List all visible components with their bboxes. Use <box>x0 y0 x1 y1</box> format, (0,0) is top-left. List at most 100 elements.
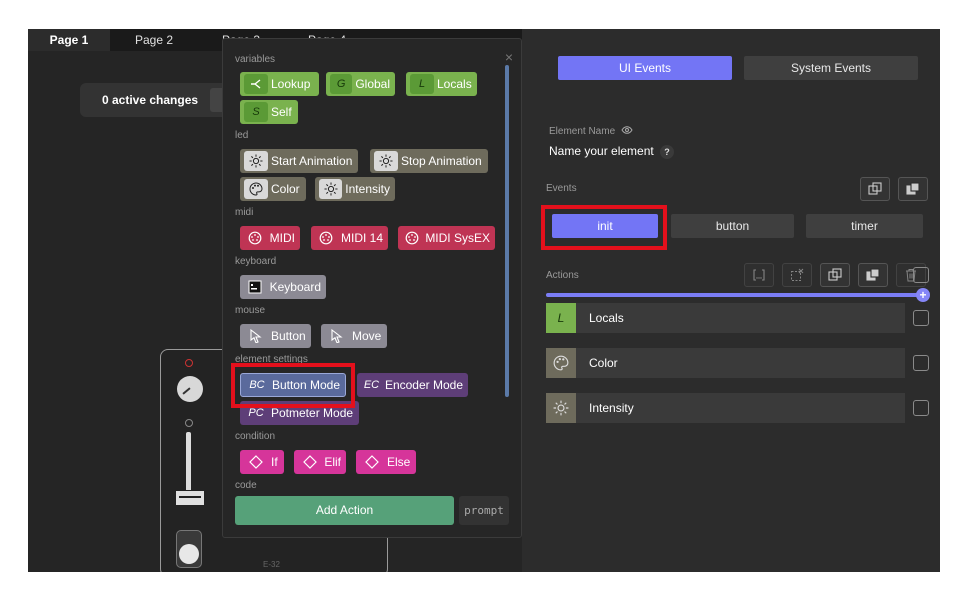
diamond-icon <box>244 452 268 472</box>
locals-icon: L <box>410 74 434 94</box>
eye-icon[interactable] <box>621 126 633 137</box>
module-button[interactable] <box>176 530 202 568</box>
category-midi: midi <box>235 207 254 218</box>
element-name-label: Element Name <box>549 126 633 137</box>
action-label: Intensity <box>589 401 634 415</box>
chip-midi-sysex[interactable]: MIDI SysEX <box>398 226 495 250</box>
chip-else[interactable]: Else <box>356 450 416 474</box>
potentiometer-knob[interactable] <box>177 376 203 402</box>
sun-icon <box>546 393 576 423</box>
comment-button[interactable] <box>744 263 774 287</box>
event-timer[interactable]: timer <box>806 214 923 238</box>
active-changes-label: 0 active changes <box>102 93 199 107</box>
prompt-button[interactable]: prompt <box>459 496 509 525</box>
paste-icon <box>906 182 920 195</box>
close-icon[interactable]: × <box>505 49 513 65</box>
chip-label: Color <box>271 182 300 196</box>
chip-self[interactable]: S Self <box>240 100 298 124</box>
chip-mouse-move[interactable]: Move <box>321 324 387 348</box>
chip-label: Else <box>387 455 411 469</box>
chip-label: Lookup <box>271 77 311 91</box>
copy-events-button[interactable] <box>860 177 890 201</box>
chip-start-animation[interactable]: Start Animation <box>240 149 358 173</box>
chip-label: Global <box>355 77 390 91</box>
chip-encoder-mode[interactable]: EC Encoder Mode <box>357 373 468 397</box>
event-editor-panel: UI Events System Events Element Name Nam… <box>522 29 940 572</box>
cursor-icon <box>244 326 268 346</box>
action-checkbox[interactable] <box>913 355 929 371</box>
chip-keyboard[interactable]: Keyboard <box>240 275 326 299</box>
event-button[interactable]: button <box>671 214 794 238</box>
chip-global[interactable]: G Global <box>326 72 395 96</box>
sun-icon <box>244 151 268 171</box>
diamond-icon <box>298 452 321 472</box>
paste-events-button[interactable] <box>898 177 928 201</box>
category-led: led <box>235 130 249 141</box>
chip-locals[interactable]: L Locals <box>406 72 477 96</box>
locals-icon: L <box>546 303 576 333</box>
action-row-locals[interactable]: L Locals <box>546 303 905 333</box>
fader-handle[interactable] <box>175 490 205 506</box>
midi-icon <box>402 228 422 248</box>
chip-label: Stop Animation <box>401 154 482 168</box>
midi-icon <box>315 228 338 248</box>
chip-mouse-button[interactable]: Button <box>240 324 311 348</box>
help-icon[interactable]: ? <box>660 145 674 159</box>
led-indicator <box>185 359 193 367</box>
led-indicator <box>185 419 193 427</box>
chip-if[interactable]: If <box>240 450 284 474</box>
tab-system-events[interactable]: System Events <box>744 56 918 80</box>
paste-actions-button[interactable] <box>858 263 888 287</box>
category-keyboard: keyboard <box>235 256 277 267</box>
copy-icon <box>868 182 882 195</box>
action-row-intensity[interactable]: Intensity <box>546 393 905 423</box>
palette-icon <box>244 179 268 199</box>
select-all-checkbox[interactable] <box>913 267 929 283</box>
action-label: Locals <box>589 311 624 325</box>
cut-button[interactable] <box>782 263 812 287</box>
copy-icon <box>828 268 842 281</box>
chip-label: Keyboard <box>269 280 321 294</box>
lookup-icon <box>244 74 268 94</box>
chip-lookup[interactable]: Lookup <box>240 72 319 96</box>
chip-label: Button <box>271 329 306 343</box>
chip-midi-14[interactable]: MIDI 14 <box>311 226 388 250</box>
paste-icon <box>866 268 880 281</box>
chip-midi[interactable]: MIDI <box>240 226 300 250</box>
app-window: Page 1 Page 2 Page 3 Page 4 0 active cha… <box>28 29 940 572</box>
category-code: code <box>235 480 257 491</box>
midi-icon <box>244 228 267 248</box>
chip-color[interactable]: Color <box>240 177 306 201</box>
element-name-field[interactable]: Name your element <box>549 144 654 158</box>
copy-actions-button[interactable] <box>820 263 850 287</box>
category-mouse: mouse <box>235 305 266 316</box>
chip-label: MIDI 14 <box>340 231 383 245</box>
add-action-button[interactable]: Add Action <box>235 496 454 525</box>
action-row-color[interactable]: Color <box>546 348 905 378</box>
keyboard-icon <box>244 277 267 297</box>
chip-stop-animation[interactable]: Stop Animation <box>370 149 488 173</box>
palette-icon <box>546 348 576 378</box>
tab-ui-events[interactable]: UI Events <box>558 56 732 80</box>
highlight-button-mode <box>231 363 355 408</box>
popup-scrollbar[interactable] <box>505 65 509 397</box>
chip-label: Encoder Mode <box>384 378 463 392</box>
chip-label: Self <box>271 105 292 119</box>
chip-label: Move <box>352 329 382 343</box>
encoder-mode-icon: EC <box>363 379 380 391</box>
action-checkbox[interactable] <box>913 400 929 416</box>
sun-icon <box>319 179 343 199</box>
actions-label: Actions <box>546 270 579 281</box>
action-checkbox[interactable] <box>913 310 929 326</box>
chip-elif[interactable]: Elif <box>294 450 346 474</box>
events-label: Events <box>546 183 577 194</box>
category-variables: variables <box>235 54 276 65</box>
chip-intensity[interactable]: Intensity <box>315 177 395 201</box>
add-action-plus-button[interactable]: + <box>916 288 930 302</box>
tab-page-1[interactable]: Page 1 <box>28 29 110 51</box>
chip-label: Elif <box>324 455 341 469</box>
tab-page-2[interactable]: Page 2 <box>110 29 198 51</box>
chip-label: If <box>271 455 278 469</box>
chip-label: Locals <box>437 77 472 91</box>
sun-icon <box>374 151 398 171</box>
